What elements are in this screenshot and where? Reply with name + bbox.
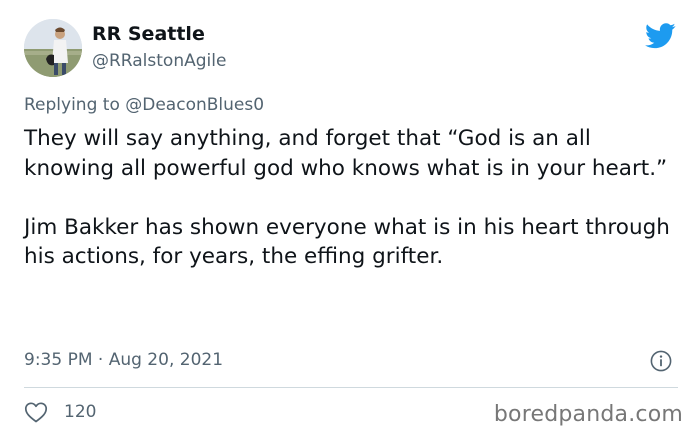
- reply-mention-link[interactable]: @DeaconBlues0: [125, 95, 264, 115]
- divider: [24, 387, 678, 388]
- tweet-paragraph: Jim Bakker has shown everyone what is in…: [24, 214, 670, 270]
- info-icon[interactable]: [650, 350, 672, 372]
- twitter-bird-icon[interactable]: [645, 23, 676, 49]
- author-handle[interactable]: @RRalstonAgile: [92, 51, 226, 71]
- author-display-name[interactable]: RR Seattle: [92, 23, 205, 45]
- tweet-text: They will say anything, and forget that …: [24, 124, 684, 272]
- tweet-paragraph: They will say anything, and forget that …: [24, 126, 668, 181]
- avatar-photo: [24, 19, 82, 77]
- like-count: 120: [64, 402, 97, 422]
- watermark: boredpanda.com: [493, 402, 683, 427]
- reply-context: Replying to @DeaconBlues0: [24, 95, 264, 115]
- like-button[interactable]: 120: [24, 399, 96, 425]
- reply-prefix: Replying to: [24, 95, 120, 115]
- heart-icon: [24, 402, 48, 423]
- avatar[interactable]: [24, 19, 82, 77]
- tweet-timestamp[interactable]: 9:35 PM · Aug 20, 2021: [24, 350, 223, 370]
